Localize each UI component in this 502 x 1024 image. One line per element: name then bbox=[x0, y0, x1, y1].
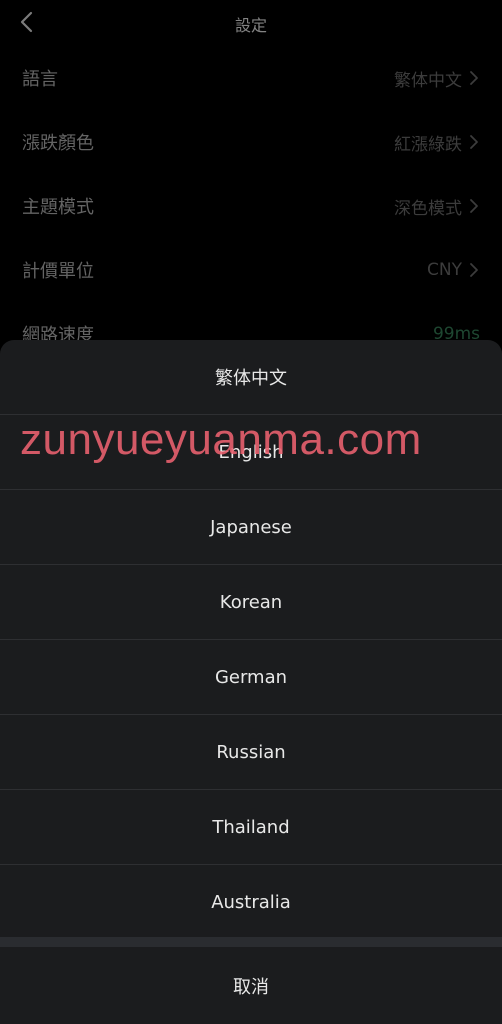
cancel-button[interactable]: 取消 bbox=[0, 947, 502, 1024]
language-option-korean[interactable]: Korean bbox=[0, 565, 502, 640]
language-picker-sheet: 繁体中文 English Japanese Korean German Russ… bbox=[0, 340, 502, 1024]
language-option-russian[interactable]: Russian bbox=[0, 715, 502, 790]
language-option-japanese[interactable]: Japanese bbox=[0, 490, 502, 565]
language-option-german[interactable]: German bbox=[0, 640, 502, 715]
language-option-traditional-chinese[interactable]: 繁体中文 bbox=[0, 340, 502, 415]
sheet-divider bbox=[0, 937, 502, 947]
language-option-australia[interactable]: Australia bbox=[0, 865, 502, 940]
language-option-english[interactable]: English bbox=[0, 415, 502, 490]
language-option-thailand[interactable]: Thailand bbox=[0, 790, 502, 865]
